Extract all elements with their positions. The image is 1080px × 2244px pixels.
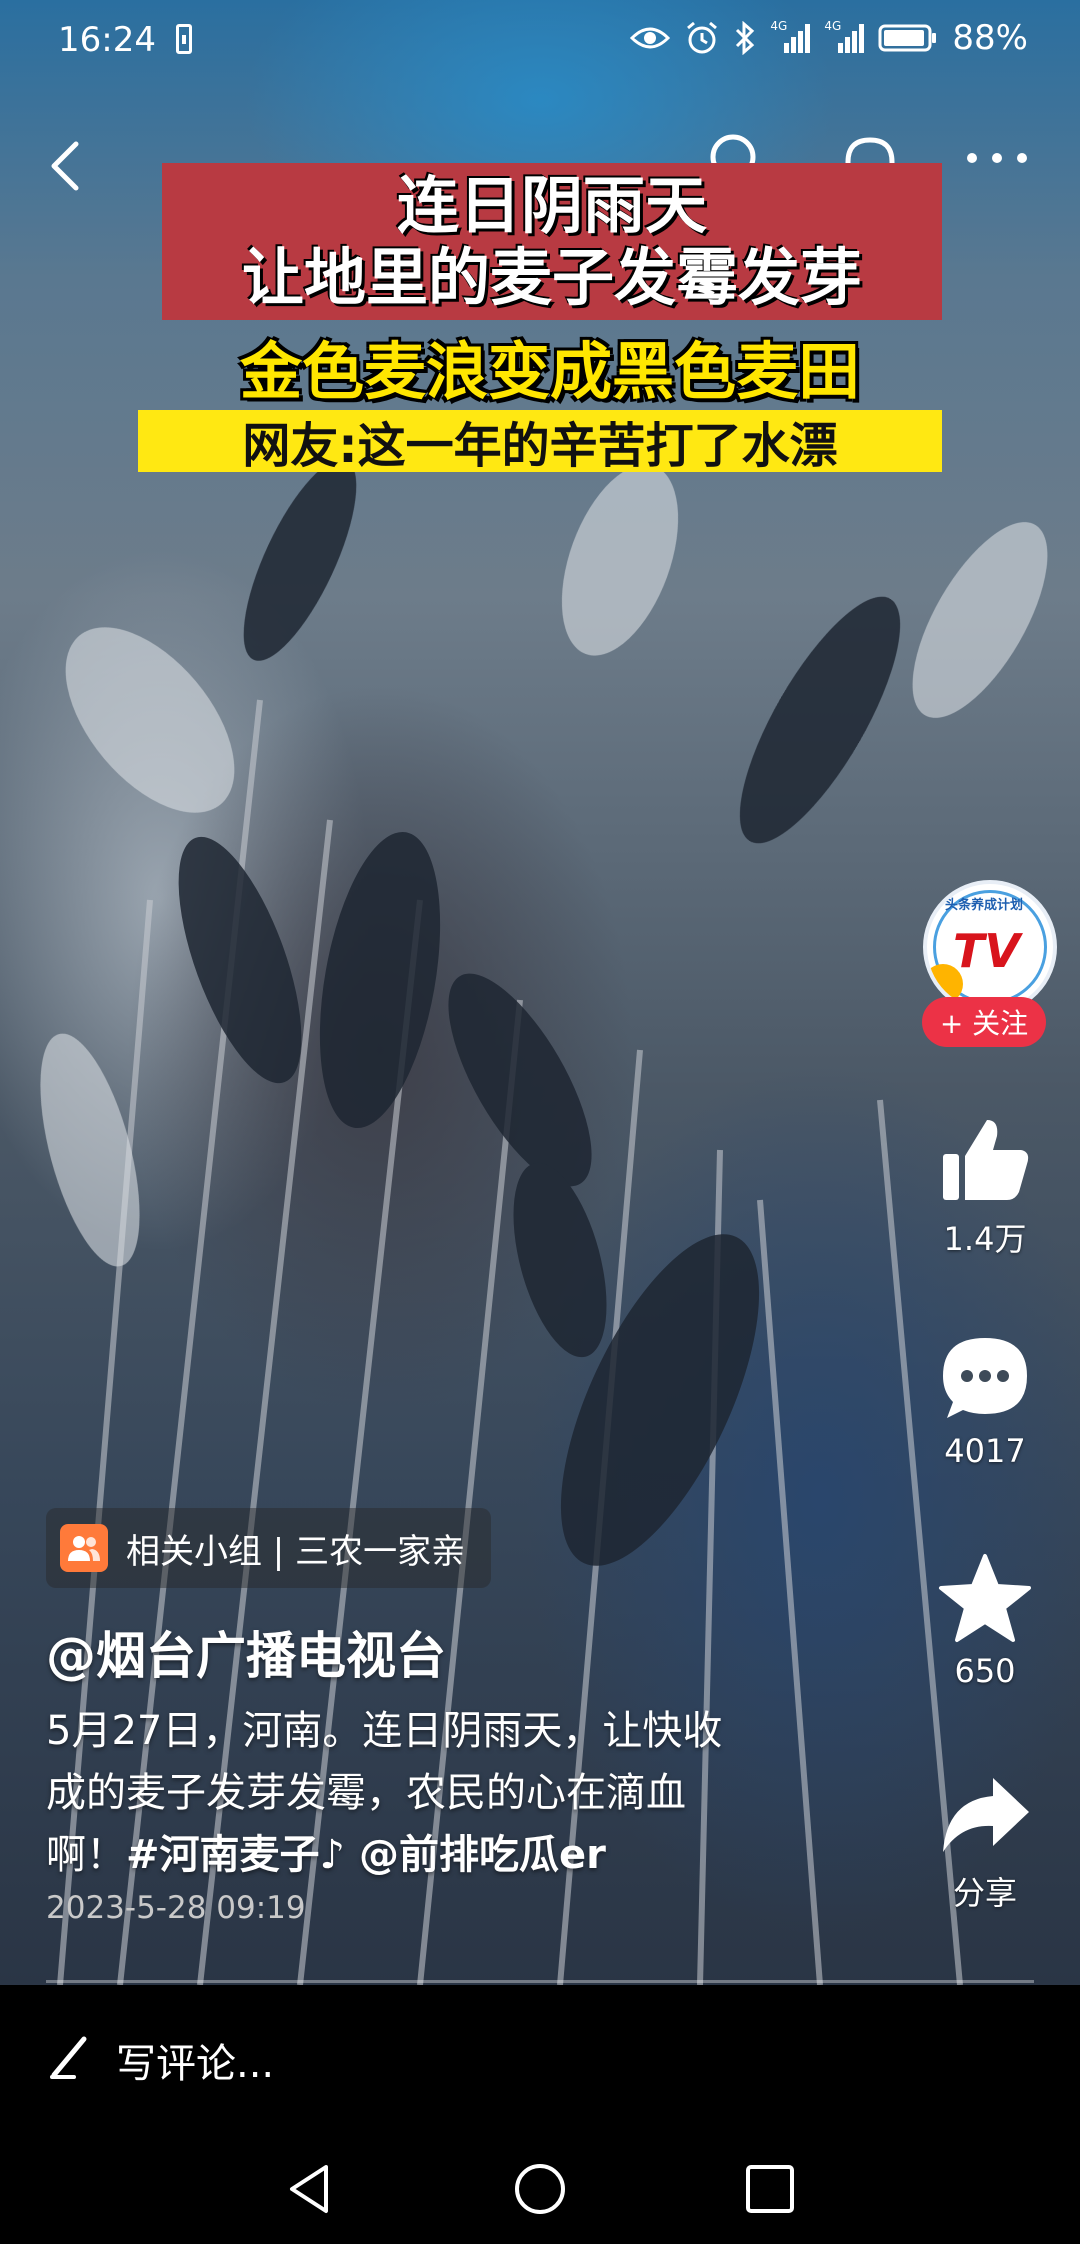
share-label: 分享	[952, 1874, 1017, 1912]
follow-button[interactable]: + 关注	[922, 997, 1046, 1047]
clock: 16:24	[58, 20, 156, 60]
related-group-tag[interactable]: 相关小组 | 三农一家亲	[46, 1508, 492, 1588]
group-icon	[60, 1524, 108, 1572]
battery-percent: 88%	[952, 18, 1028, 58]
hashtag-link[interactable]: #河南麦子	[126, 1832, 320, 1878]
more-icon[interactable]	[962, 148, 1032, 168]
comment-bubble-icon[interactable]	[937, 1330, 1033, 1426]
like-count: 1.4万	[943, 1220, 1027, 1258]
system-navigation-bar	[0, 2125, 1080, 2244]
comment-input-bar[interactable]: 写评论...	[0, 1985, 1080, 2125]
bluetooth-icon	[736, 21, 755, 55]
group-tag-text: 相关小组 | 三农一家亲	[126, 1531, 466, 1572]
favorite-count: 650	[954, 1652, 1016, 1690]
description-line-1: 5月27日，河南。连日阴雨天，让快收	[46, 1708, 723, 1754]
avatar[interactable]: 头条养成计划 TV	[923, 880, 1057, 1014]
thumbs-up-icon[interactable]	[937, 1112, 1033, 1208]
video-description: 5月27日，河南。连日阴雨天，让快收 成的麦子发芽发霉，农民的心在滴血 啊！#河…	[46, 1700, 826, 1886]
like-button[interactable]: 1.4万	[920, 1112, 1050, 1260]
description-line-3: 啊！#河南麦子♪ @前排吃瓜er	[46, 1832, 606, 1878]
mention-link[interactable]: ♪ @前排吃瓜er	[320, 1832, 606, 1878]
comment-count: 4017	[944, 1432, 1026, 1470]
battery-icon	[878, 24, 937, 52]
eye-icon	[630, 27, 671, 49]
favorite-button[interactable]: 650	[920, 1550, 1050, 1690]
share-button[interactable]: 分享	[920, 1772, 1050, 1914]
caption-red-block: 连日阴雨天 让地里的麦子发霉发芽	[162, 163, 942, 320]
signal-icon-2: 4G	[824, 19, 865, 55]
caption-line-4: 网友:这一年的辛苦打了水漂	[138, 410, 942, 474]
caption-line-2: 让地里的麦子发霉发芽	[241, 240, 862, 314]
nav-home-icon[interactable]	[512, 2161, 568, 2217]
comment-placeholder[interactable]: 写评论...	[116, 2031, 274, 2089]
pen-icon	[50, 2036, 87, 2079]
signal-icon-1: 4G	[770, 19, 811, 55]
nav-back-icon[interactable]	[282, 2161, 338, 2217]
share-arrow-icon[interactable]	[937, 1772, 1033, 1862]
author-name[interactable]: @烟台广播电视台	[46, 1616, 446, 1688]
back-icon[interactable]	[46, 136, 86, 196]
post-date: 2023-5-28 09:19	[46, 1890, 306, 1926]
avatar-arc-text: 头条养成计划	[945, 898, 1024, 913]
video-progress-bar[interactable]	[46, 1980, 1034, 1983]
status-bar: 16:24 4G 4G 88%	[0, 0, 1080, 86]
comment-button[interactable]: 4017	[920, 1330, 1050, 1470]
sim-card-icon	[176, 24, 192, 54]
star-icon[interactable]	[937, 1550, 1033, 1646]
description-line-2: 成的麦子发芽发霉，农民的心在滴血	[46, 1770, 686, 1816]
caption-line-3: 金色麦浪变成黑色麦田	[239, 335, 860, 408]
alarm-icon	[687, 21, 718, 54]
nav-recents-icon[interactable]	[742, 2161, 798, 2217]
tv-logo-text: TV	[953, 924, 1020, 978]
caption-line-1: 连日阴雨天	[396, 168, 707, 242]
